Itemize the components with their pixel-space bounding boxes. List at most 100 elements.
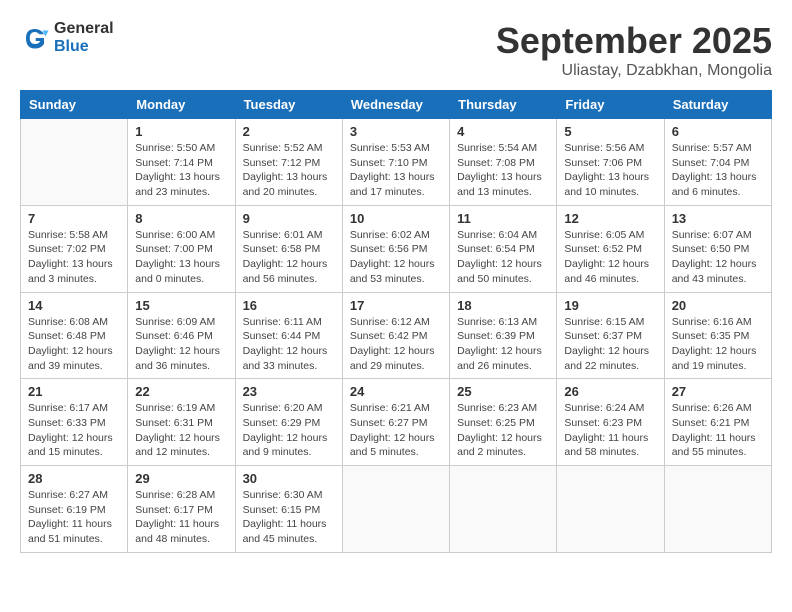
- day-number: 6: [672, 124, 764, 139]
- day-number: 18: [457, 298, 549, 313]
- calendar-cell: 30Sunrise: 6:30 AM Sunset: 6:15 PM Dayli…: [235, 466, 342, 553]
- weekday-header: Wednesday: [342, 91, 449, 119]
- day-info: Sunrise: 6:21 AM Sunset: 6:27 PM Dayligh…: [350, 401, 442, 460]
- day-info: Sunrise: 6:27 AM Sunset: 6:19 PM Dayligh…: [28, 488, 120, 547]
- logo-text: General Blue: [54, 20, 114, 55]
- calendar-cell: 25Sunrise: 6:23 AM Sunset: 6:25 PM Dayli…: [450, 379, 557, 466]
- day-info: Sunrise: 6:24 AM Sunset: 6:23 PM Dayligh…: [564, 401, 656, 460]
- calendar-cell: [21, 119, 128, 206]
- day-info: Sunrise: 6:05 AM Sunset: 6:52 PM Dayligh…: [564, 228, 656, 287]
- calendar-cell: 18 Sunrise: 6:13 AM Sunset: 6:39 PM Dayli…: [450, 292, 557, 379]
- day-number: 8: [135, 211, 227, 226]
- calendar-cell: 12 Sunrise: 6:05 AM Sunset: 6:52 PM Dayli…: [557, 205, 664, 292]
- day-info: Sunrise: 6:20 AM Sunset: 6:29 PM Dayligh…: [243, 401, 335, 460]
- calendar-week-row: 1 Sunrise: 5:50 AM Sunset: 7:14 PM Daylig…: [21, 119, 772, 206]
- day-info: Sunrise: 6:00 AM Sunset: 7:00 PM Dayligh…: [135, 228, 227, 287]
- calendar-cell: 9Sunrise: 6:01 AM Sunset: 6:58 PM Daylig…: [235, 205, 342, 292]
- calendar-cell: 14 Sunrise: 6:08 AM Sunset: 6:48 PM Dayli…: [21, 292, 128, 379]
- day-number: 15: [135, 298, 227, 313]
- logo-icon: [20, 23, 50, 53]
- calendar-cell: 1 Sunrise: 5:50 AM Sunset: 7:14 PM Daylig…: [128, 119, 235, 206]
- day-number: 14: [28, 298, 120, 313]
- day-info: Sunrise: 6:17 AM Sunset: 6:33 PM Dayligh…: [28, 401, 120, 460]
- day-number: 7: [28, 211, 120, 226]
- location: Uliastay, Dzabkhan, Mongolia: [496, 62, 772, 80]
- calendar-cell: 22Sunrise: 6:19 AM Sunset: 6:31 PM Dayli…: [128, 379, 235, 466]
- day-info: Sunrise: 6:13 AM Sunset: 6:39 PM Dayligh…: [457, 315, 549, 374]
- day-number: 21: [28, 384, 120, 399]
- day-info: Sunrise: 6:12 AM Sunset: 6:42 PM Dayligh…: [350, 315, 442, 374]
- calendar-cell: 23 Sunrise: 6:20 AM Sunset: 6:29 PM Dayli…: [235, 379, 342, 466]
- day-number: 19: [564, 298, 656, 313]
- calendar-week-row: 14 Sunrise: 6:08 AM Sunset: 6:48 PM Dayli…: [21, 292, 772, 379]
- day-info: Sunrise: 5:57 AM Sunset: 7:04 PM Dayligh…: [672, 141, 764, 200]
- calendar-cell: 17 Sunrise: 6:12 AM Sunset: 6:42 PM Dayli…: [342, 292, 449, 379]
- day-info: Sunrise: 6:04 AM Sunset: 6:54 PM Dayligh…: [457, 228, 549, 287]
- page-header: General Blue September 2025 Uliastay, Dz…: [20, 20, 772, 80]
- calendar-cell: [342, 466, 449, 553]
- calendar-cell: 24 Sunrise: 6:21 AM Sunset: 6:27 PM Dayli…: [342, 379, 449, 466]
- calendar-cell: 4Sunrise: 5:54 AM Sunset: 7:08 PM Daylig…: [450, 119, 557, 206]
- calendar-cell: 21 Sunrise: 6:17 AM Sunset: 6:33 PM Dayli…: [21, 379, 128, 466]
- day-number: 1: [135, 124, 227, 139]
- calendar-week-row: 7 Sunrise: 5:58 AM Sunset: 7:02 PM Daylig…: [21, 205, 772, 292]
- day-number: 26: [564, 384, 656, 399]
- day-number: 3: [350, 124, 442, 139]
- calendar-cell: 27 Sunrise: 6:26 AM Sunset: 6:21 PM Dayli…: [664, 379, 771, 466]
- day-number: 16: [243, 298, 335, 313]
- calendar-cell: 28Sunrise: 6:27 AM Sunset: 6:19 PM Dayli…: [21, 466, 128, 553]
- day-info: Sunrise: 5:52 AM Sunset: 7:12 PM Dayligh…: [243, 141, 335, 200]
- calendar-header-row: SundayMondayTuesdayWednesdayThursdayFrid…: [21, 91, 772, 119]
- day-number: 12: [564, 211, 656, 226]
- calendar-week-row: 21 Sunrise: 6:17 AM Sunset: 6:33 PM Dayli…: [21, 379, 772, 466]
- day-info: Sunrise: 5:53 AM Sunset: 7:10 PM Dayligh…: [350, 141, 442, 200]
- day-info: Sunrise: 6:11 AM Sunset: 6:44 PM Dayligh…: [243, 315, 335, 374]
- calendar-cell: 10 Sunrise: 6:02 AM Sunset: 6:56 PM Dayli…: [342, 205, 449, 292]
- day-info: Sunrise: 6:30 AM Sunset: 6:15 PM Dayligh…: [243, 488, 335, 547]
- day-info: Sunrise: 6:28 AM Sunset: 6:17 PM Dayligh…: [135, 488, 227, 547]
- day-number: 2: [243, 124, 335, 139]
- day-number: 11: [457, 211, 549, 226]
- day-number: 20: [672, 298, 764, 313]
- calendar-cell: 5 Sunrise: 5:56 AM Sunset: 7:06 PM Daylig…: [557, 119, 664, 206]
- day-info: Sunrise: 5:50 AM Sunset: 7:14 PM Dayligh…: [135, 141, 227, 200]
- day-number: 5: [564, 124, 656, 139]
- day-info: Sunrise: 6:26 AM Sunset: 6:21 PM Dayligh…: [672, 401, 764, 460]
- day-info: Sunrise: 6:16 AM Sunset: 6:35 PM Dayligh…: [672, 315, 764, 374]
- logo: General Blue: [20, 20, 114, 55]
- month-title: September 2025: [496, 20, 772, 62]
- calendar-cell: 3 Sunrise: 5:53 AM Sunset: 7:10 PM Daylig…: [342, 119, 449, 206]
- weekday-header: Thursday: [450, 91, 557, 119]
- calendar-cell: 2 Sunrise: 5:52 AM Sunset: 7:12 PM Daylig…: [235, 119, 342, 206]
- day-info: Sunrise: 6:09 AM Sunset: 6:46 PM Dayligh…: [135, 315, 227, 374]
- calendar-cell: 13Sunrise: 6:07 AM Sunset: 6:50 PM Dayli…: [664, 205, 771, 292]
- calendar-cell: 8 Sunrise: 6:00 AM Sunset: 7:00 PM Daylig…: [128, 205, 235, 292]
- day-number: 22: [135, 384, 227, 399]
- day-info: Sunrise: 6:08 AM Sunset: 6:48 PM Dayligh…: [28, 315, 120, 374]
- calendar-cell: 6 Sunrise: 5:57 AM Sunset: 7:04 PM Daylig…: [664, 119, 771, 206]
- day-number: 27: [672, 384, 764, 399]
- weekday-header: Monday: [128, 91, 235, 119]
- weekday-header: Tuesday: [235, 91, 342, 119]
- calendar-cell: 29Sunrise: 6:28 AM Sunset: 6:17 PM Dayli…: [128, 466, 235, 553]
- day-info: Sunrise: 6:02 AM Sunset: 6:56 PM Dayligh…: [350, 228, 442, 287]
- calendar-cell: [664, 466, 771, 553]
- day-info: Sunrise: 5:56 AM Sunset: 7:06 PM Dayligh…: [564, 141, 656, 200]
- day-number: 17: [350, 298, 442, 313]
- calendar-week-row: 28Sunrise: 6:27 AM Sunset: 6:19 PM Dayli…: [21, 466, 772, 553]
- calendar-cell: [450, 466, 557, 553]
- day-info: Sunrise: 5:54 AM Sunset: 7:08 PM Dayligh…: [457, 141, 549, 200]
- calendar-cell: 15 Sunrise: 6:09 AM Sunset: 6:46 PM Dayli…: [128, 292, 235, 379]
- calendar-cell: 19Sunrise: 6:15 AM Sunset: 6:37 PM Dayli…: [557, 292, 664, 379]
- calendar-cell: 11 Sunrise: 6:04 AM Sunset: 6:54 PM Dayli…: [450, 205, 557, 292]
- calendar-cell: 26 Sunrise: 6:24 AM Sunset: 6:23 PM Dayli…: [557, 379, 664, 466]
- day-number: 24: [350, 384, 442, 399]
- day-info: Sunrise: 6:23 AM Sunset: 6:25 PM Dayligh…: [457, 401, 549, 460]
- calendar-cell: 20 Sunrise: 6:16 AM Sunset: 6:35 PM Dayli…: [664, 292, 771, 379]
- day-number: 23: [243, 384, 335, 399]
- day-info: Sunrise: 6:07 AM Sunset: 6:50 PM Dayligh…: [672, 228, 764, 287]
- title-area: September 2025 Uliastay, Dzabkhan, Mongo…: [496, 20, 772, 80]
- day-number: 10: [350, 211, 442, 226]
- calendar-cell: [557, 466, 664, 553]
- day-info: Sunrise: 5:58 AM Sunset: 7:02 PM Dayligh…: [28, 228, 120, 287]
